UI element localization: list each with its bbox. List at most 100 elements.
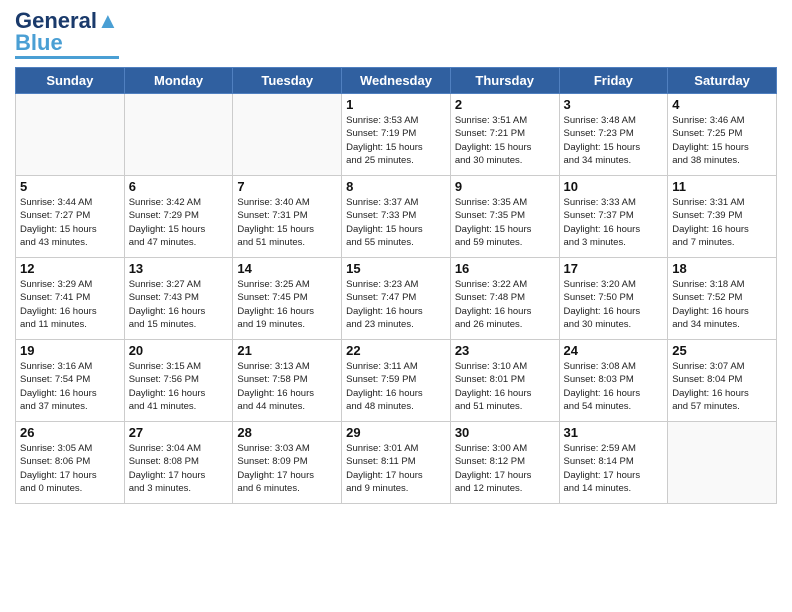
day-info: Sunrise: 3:33 AMSunset: 7:37 PMDaylight:… [564,196,664,249]
day-number: 10 [564,179,664,194]
header: General▲ Blue [15,10,777,59]
day-info: Sunrise: 3:44 AMSunset: 7:27 PMDaylight:… [20,196,120,249]
logo-blue: Blue [15,32,63,54]
day-number: 19 [20,343,120,358]
day-number: 24 [564,343,664,358]
day-number: 11 [672,179,772,194]
calendar-table: SundayMondayTuesdayWednesdayThursdayFrid… [15,67,777,504]
calendar-cell: 13Sunrise: 3:27 AMSunset: 7:43 PMDayligh… [124,258,233,340]
day-info: Sunrise: 3:22 AMSunset: 7:48 PMDaylight:… [455,278,555,331]
day-info: Sunrise: 3:11 AMSunset: 7:59 PMDaylight:… [346,360,446,413]
calendar-cell: 30 Sunrise: 3:00 AMSunset: 8:12 PMDayligh… [450,422,559,504]
day-of-week-header: Friday [559,68,668,94]
calendar-cell: 23Sunrise: 3:10 AMSunset: 8:01 PMDayligh… [450,340,559,422]
day-of-week-header: Tuesday [233,68,342,94]
calendar-cell: 9Sunrise: 3:35 AMSunset: 7:35 PMDaylight… [450,176,559,258]
day-number: 26 [20,425,120,440]
calendar-cell: 29 Sunrise: 3:01 AMSunset: 8:11 PMDayligh… [342,422,451,504]
calendar-cell: 7 Sunrise: 3:40 AMSunset: 7:31 PMDaylight… [233,176,342,258]
calendar-cell: 15 Sunrise: 3:23 AMSunset: 7:47 PMDayligh… [342,258,451,340]
day-number: 15 [346,261,446,276]
calendar-cell: 20 Sunrise: 3:15 AMSunset: 7:56 PMDayligh… [124,340,233,422]
calendar-cell: 2Sunrise: 3:51 AMSunset: 7:21 PMDaylight… [450,94,559,176]
calendar-week-row: 19 Sunrise: 3:16 AMSunset: 7:54 PMDayligh… [16,340,777,422]
calendar-cell: 14 Sunrise: 3:25 AMSunset: 7:45 PMDayligh… [233,258,342,340]
day-info: Sunrise: 3:20 AMSunset: 7:50 PMDaylight:… [564,278,664,331]
logo: General▲ Blue [15,10,119,59]
day-number: 6 [129,179,229,194]
day-number: 18 [672,261,772,276]
calendar-cell: 5 Sunrise: 3:44 AMSunset: 7:27 PMDaylight… [16,176,125,258]
day-info: Sunrise: 3:15 AMSunset: 7:56 PMDaylight:… [129,360,229,413]
calendar-body: 1Sunrise: 3:53 AMSunset: 7:19 PMDaylight… [16,94,777,504]
day-number: 22 [346,343,446,358]
calendar-cell [16,94,125,176]
day-info: Sunrise: 3:23 AMSunset: 7:47 PMDaylight:… [346,278,446,331]
day-of-week-header: Wednesday [342,68,451,94]
calendar-cell [233,94,342,176]
day-number: 14 [237,261,337,276]
day-info: Sunrise: 3:04 AMSunset: 8:08 PMDaylight:… [129,442,229,495]
calendar-cell: 22 Sunrise: 3:11 AMSunset: 7:59 PMDayligh… [342,340,451,422]
day-of-week-row: SundayMondayTuesdayWednesdayThursdayFrid… [16,68,777,94]
day-number: 5 [20,179,120,194]
calendar-cell: 24 Sunrise: 3:08 AMSunset: 8:03 PMDayligh… [559,340,668,422]
calendar-cell: 18 Sunrise: 3:18 AMSunset: 7:52 PMDayligh… [668,258,777,340]
day-number: 8 [346,179,446,194]
day-number: 25 [672,343,772,358]
calendar-cell: 17Sunrise: 3:20 AMSunset: 7:50 PMDayligh… [559,258,668,340]
logo-text: General▲ [15,10,119,32]
day-info: Sunrise: 3:25 AMSunset: 7:45 PMDaylight:… [237,278,337,331]
calendar-cell: 1Sunrise: 3:53 AMSunset: 7:19 PMDaylight… [342,94,451,176]
day-info: Sunrise: 3:13 AMSunset: 7:58 PMDaylight:… [237,360,337,413]
day-number: 30 [455,425,555,440]
calendar-cell: 27 Sunrise: 3:04 AMSunset: 8:08 PMDayligh… [124,422,233,504]
calendar-cell: 4 Sunrise: 3:46 AMSunset: 7:25 PMDaylight… [668,94,777,176]
logo-line [15,56,119,59]
day-number: 1 [346,97,446,112]
calendar-cell: 28Sunrise: 3:03 AMSunset: 8:09 PMDayligh… [233,422,342,504]
day-number: 9 [455,179,555,194]
day-of-week-header: Saturday [668,68,777,94]
day-info: Sunrise: 3:40 AMSunset: 7:31 PMDaylight:… [237,196,337,249]
calendar-week-row: 26 Sunrise: 3:05 AMSunset: 8:06 PMDayligh… [16,422,777,504]
day-info: Sunrise: 3:16 AMSunset: 7:54 PMDaylight:… [20,360,120,413]
day-of-week-header: Thursday [450,68,559,94]
day-info: Sunrise: 3:18 AMSunset: 7:52 PMDaylight:… [672,278,772,331]
calendar-cell: 11 Sunrise: 3:31 AMSunset: 7:39 PMDayligh… [668,176,777,258]
day-info: Sunrise: 3:07 AMSunset: 8:04 PMDaylight:… [672,360,772,413]
day-info: Sunrise: 2:59 AMSunset: 8:14 PMDaylight:… [564,442,664,495]
day-number: 4 [672,97,772,112]
calendar-week-row: 12 Sunrise: 3:29 AMSunset: 7:41 PMDayligh… [16,258,777,340]
day-info: Sunrise: 3:00 AMSunset: 8:12 PMDaylight:… [455,442,555,495]
calendar-cell: 16 Sunrise: 3:22 AMSunset: 7:48 PMDayligh… [450,258,559,340]
day-info: Sunrise: 3:01 AMSunset: 8:11 PMDaylight:… [346,442,446,495]
calendar-cell: 31Sunrise: 2:59 AMSunset: 8:14 PMDayligh… [559,422,668,504]
calendar-week-row: 5 Sunrise: 3:44 AMSunset: 7:27 PMDaylight… [16,176,777,258]
day-number: 21 [237,343,337,358]
day-info: Sunrise: 3:29 AMSunset: 7:41 PMDaylight:… [20,278,120,331]
day-info: Sunrise: 3:05 AMSunset: 8:06 PMDaylight:… [20,442,120,495]
day-number: 27 [129,425,229,440]
calendar-cell: 26 Sunrise: 3:05 AMSunset: 8:06 PMDayligh… [16,422,125,504]
calendar-cell [668,422,777,504]
calendar-cell: 6Sunrise: 3:42 AMSunset: 7:29 PMDaylight… [124,176,233,258]
day-info: Sunrise: 3:48 AMSunset: 7:23 PMDaylight:… [564,114,664,167]
day-info: Sunrise: 3:08 AMSunset: 8:03 PMDaylight:… [564,360,664,413]
day-info: Sunrise: 3:03 AMSunset: 8:09 PMDaylight:… [237,442,337,495]
day-of-week-header: Sunday [16,68,125,94]
day-info: Sunrise: 3:51 AMSunset: 7:21 PMDaylight:… [455,114,555,167]
calendar-cell: 21 Sunrise: 3:13 AMSunset: 7:58 PMDayligh… [233,340,342,422]
day-number: 16 [455,261,555,276]
calendar-cell: 3Sunrise: 3:48 AMSunset: 7:23 PMDaylight… [559,94,668,176]
day-number: 23 [455,343,555,358]
calendar-cell: 25 Sunrise: 3:07 AMSunset: 8:04 PMDayligh… [668,340,777,422]
day-number: 7 [237,179,337,194]
calendar-week-row: 1Sunrise: 3:53 AMSunset: 7:19 PMDaylight… [16,94,777,176]
day-number: 20 [129,343,229,358]
day-number: 12 [20,261,120,276]
day-info: Sunrise: 3:37 AMSunset: 7:33 PMDaylight:… [346,196,446,249]
day-info: Sunrise: 3:46 AMSunset: 7:25 PMDaylight:… [672,114,772,167]
day-number: 29 [346,425,446,440]
day-info: Sunrise: 3:31 AMSunset: 7:39 PMDaylight:… [672,196,772,249]
